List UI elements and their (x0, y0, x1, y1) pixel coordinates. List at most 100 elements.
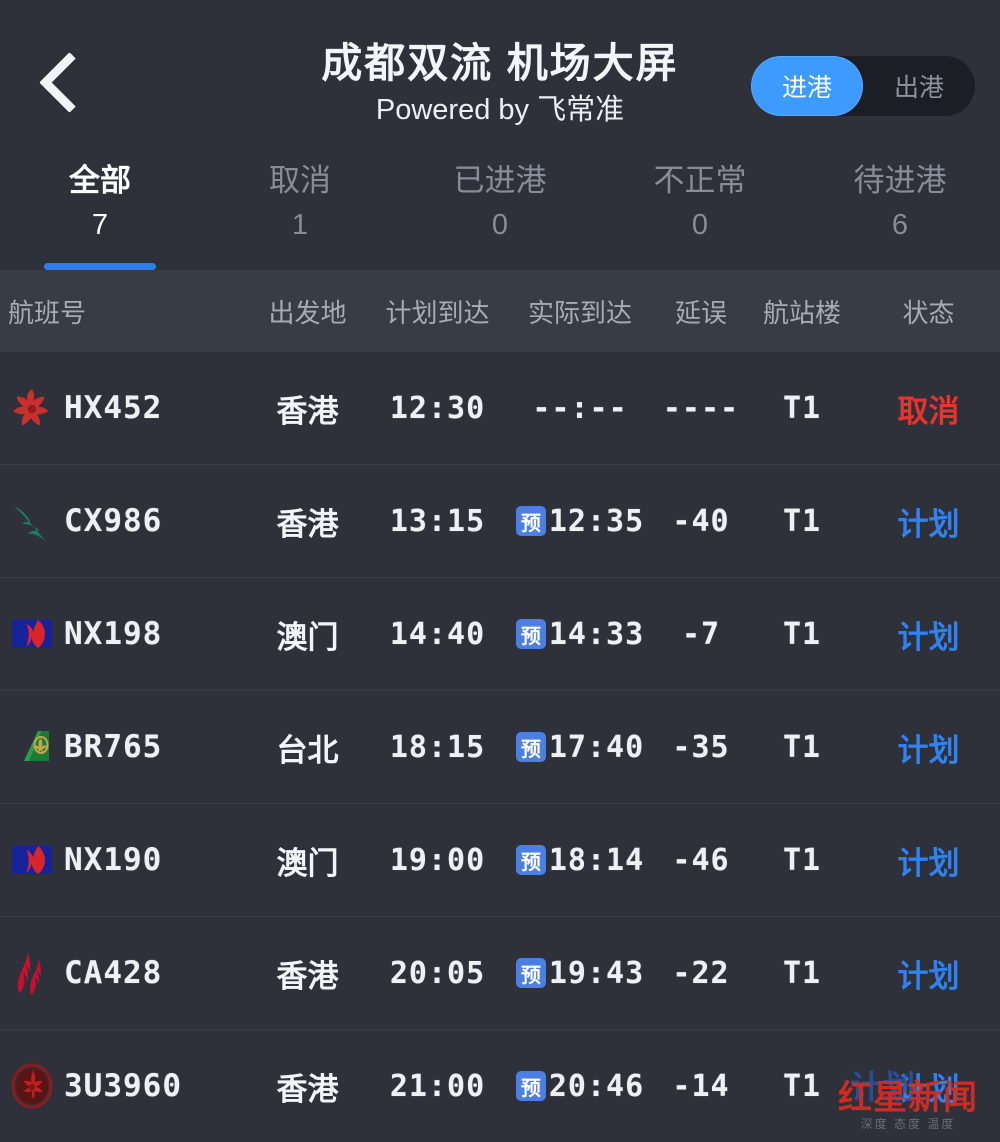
delay-minutes: -40 (672, 503, 730, 539)
delay-minutes: ---- (662, 390, 740, 426)
flight-number: 3U3960 (64, 1068, 182, 1104)
flight-number-cell: BR765 (0, 723, 245, 771)
origin-city: 澳门 (276, 619, 339, 655)
terminal: T1 (782, 729, 822, 765)
flight-number: HX452 (64, 390, 163, 426)
table-row[interactable]: 3U3960 香港 21:00 预 20:46 -14 T1 计划 计划 红星新闻 深度 态度 温度 (0, 1030, 1000, 1142)
delay-minutes: -46 (672, 842, 730, 878)
filter-tab-label: 已进港 (453, 163, 547, 198)
filter-tab-1[interactable]: 取消 1 (200, 150, 400, 270)
hong-kong-airlines-logo (8, 384, 56, 432)
flight-number-cell: NX198 (0, 610, 245, 658)
actual-arrival: 14:33 (548, 616, 645, 652)
actual-arrival: 18:14 (548, 842, 645, 878)
origin-city: 香港 (276, 1071, 339, 1107)
status-badge: 计划 (897, 958, 960, 994)
estimated-badge: 预 (515, 619, 546, 649)
toggle-arrivals[interactable]: 进港 (751, 56, 863, 116)
flight-number: NX190 (64, 842, 163, 878)
filter-tab-count: 1 (291, 209, 309, 241)
table-row[interactable]: NX198 澳门 14:40 预 14:33 -7 T1 计划 (0, 578, 1000, 691)
terminal: T1 (782, 503, 822, 539)
filter-tab-0[interactable]: 全部 7 (0, 150, 200, 270)
table-row[interactable]: HX452 香港 12:30 --:-- ---- T1 取消 (0, 352, 1000, 465)
chevron-left-icon (38, 51, 100, 113)
toggle-departures[interactable]: 出港 (863, 56, 975, 116)
filter-tab-count: 6 (891, 209, 909, 241)
actual-arrival: 19:43 (548, 955, 645, 991)
delay-minutes: -22 (672, 955, 730, 991)
filter-tab-count: 0 (691, 209, 709, 241)
active-tab-indicator (44, 263, 156, 270)
arrival-departure-toggle[interactable]: 进港 出港 (751, 56, 975, 116)
delay-minutes: -35 (672, 729, 730, 765)
app-header: 成都双流 机场大屏 Powered by 飞常准 进港 出港 (0, 0, 1000, 150)
sichuan-airlines-logo (8, 1062, 56, 1110)
flight-number: CX986 (64, 503, 163, 539)
status-filter-tabs[interactable]: 全部 7 取消 1 已进港 0 不正常 0 待进港 6 (0, 150, 1000, 270)
terminal: T1 (782, 616, 822, 652)
origin-city: 澳门 (276, 845, 339, 881)
origin-city: 香港 (276, 958, 339, 994)
actual-arrival-cell: 预 18:14 (505, 843, 655, 878)
terminal: T1 (782, 390, 822, 426)
watermark-tagline: 深度 态度 温度 (860, 1117, 956, 1131)
actual-arrival-cell: 预 14:33 (505, 617, 655, 652)
flight-number-cell: CA428 (0, 949, 245, 997)
scheduled-arrival: 20:05 (389, 955, 486, 991)
table-row[interactable]: CA428 香港 20:05 预 19:43 -22 T1 计划 (0, 917, 1000, 1030)
estimated-badge: 预 (515, 845, 546, 875)
actual-arrival: --:-- (532, 390, 628, 426)
origin-city: 香港 (276, 506, 339, 542)
status-badge: 计划 (897, 619, 960, 655)
filter-tab-3[interactable]: 不正常 0 (600, 150, 800, 270)
origin-city: 香港 (276, 393, 339, 429)
actual-arrival-cell: 预 12:35 (505, 504, 655, 539)
estimated-badge: 预 (515, 958, 546, 988)
actual-arrival: 12:35 (548, 503, 645, 539)
column-header-4: 延误 (674, 297, 727, 328)
flight-list: HX452 香港 12:30 --:-- ---- T1 取消 CX986 香港 13:15 预 12… (0, 352, 1000, 1142)
table-row[interactable]: BR765 台北 18:15 预 17:40 -35 T1 计划 (0, 691, 1000, 804)
table-row[interactable]: NX190 澳门 19:00 预 18:14 -46 T1 计划 (0, 804, 1000, 917)
column-header-5: 航站楼 (762, 297, 841, 328)
filter-tab-count: 0 (491, 209, 509, 241)
flight-number: NX198 (64, 616, 163, 652)
status-badge: 计划 (897, 506, 960, 542)
scheduled-arrival: 18:15 (389, 729, 486, 765)
delay-minutes: -14 (672, 1068, 730, 1104)
scheduled-arrival: 21:00 (389, 1068, 486, 1104)
terminal: T1 (782, 1068, 822, 1104)
column-header-1: 出发地 (268, 297, 347, 328)
actual-arrival: 20:46 (548, 1068, 645, 1104)
scheduled-arrival: 19:00 (389, 842, 486, 878)
flight-number: BR765 (64, 729, 163, 765)
flight-number-cell: 3U3960 (0, 1062, 245, 1110)
filter-tab-label: 不正常 (653, 163, 747, 198)
column-header-0: 航班号 (8, 297, 87, 328)
flight-number-cell: CX986 (0, 497, 245, 545)
actual-arrival-cell: 预 19:43 (505, 956, 655, 991)
scheduled-arrival: 14:40 (389, 616, 486, 652)
status-badge: 计划 (897, 732, 960, 768)
filter-tab-2[interactable]: 已进港 0 (400, 150, 600, 270)
column-header-6: 状态 (902, 297, 955, 328)
table-column-header: 航班号 出发地 计划到达 实际到达 延误 航站楼 状态 (0, 270, 1000, 352)
column-header-2: 计划到达 (385, 297, 490, 328)
actual-arrival-cell: --:-- (505, 391, 655, 426)
filter-tab-label: 全部 (69, 163, 131, 198)
air-china-logo (8, 949, 56, 997)
table-row[interactable]: CX986 香港 13:15 预 12:35 -40 T1 计划 (0, 465, 1000, 578)
back-button[interactable] (34, 42, 104, 122)
scheduled-arrival: 13:15 (389, 503, 486, 539)
filter-tab-label: 待进港 (853, 163, 947, 198)
status-badge: 计划 (897, 1071, 960, 1107)
delay-minutes: -7 (681, 616, 721, 652)
estimated-badge: 预 (515, 1071, 546, 1101)
filter-tab-4[interactable]: 待进港 6 (800, 150, 1000, 270)
origin-city: 台北 (276, 732, 339, 768)
estimated-badge: 预 (515, 506, 546, 536)
actual-arrival-cell: 预 17:40 (505, 730, 655, 765)
eva-air-logo (8, 723, 56, 771)
status-badge: 取消 (897, 393, 960, 429)
